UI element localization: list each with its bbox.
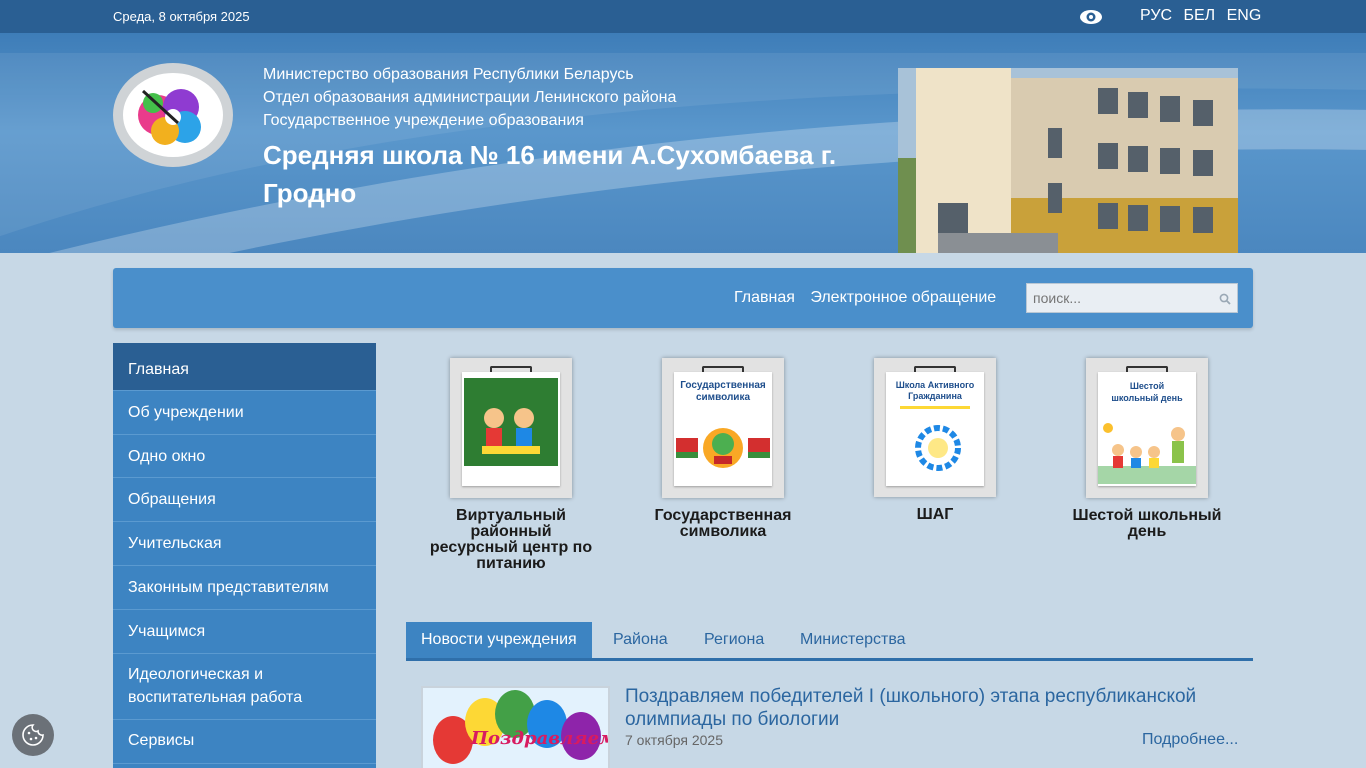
sidebar-item-parents[interactable]: Законным представителям [113, 566, 376, 610]
tile-caption: Виртуальный районный ресурсный центр по … [429, 507, 593, 572]
tab-district[interactable]: Района [613, 622, 668, 658]
current-date: Среда, 8 октября 2025 [113, 9, 250, 24]
clipboard-frame: Шестой школьный день [1086, 358, 1208, 498]
sidebar-item-about[interactable]: Об учреждении [113, 391, 376, 435]
clipboard-frame: Школа Активного Гражданина [874, 358, 996, 497]
news-tabs: Новости учреждения Района Региона Минист… [406, 622, 1253, 661]
tile-nutrition-center[interactable]: Виртуальный районный ресурсный центр по … [426, 358, 596, 572]
clipboard-frame: Государственная символика [662, 358, 784, 498]
sidebar-item-home[interactable]: Главная [113, 347, 376, 391]
paper-title: Государственная символика [680, 380, 766, 403]
language-switcher: РУС БЕЛ ENG [1140, 7, 1268, 25]
search-box [1026, 283, 1238, 313]
lang-rus[interactable]: РУС [1140, 7, 1172, 24]
magnifier-icon[interactable] [1219, 292, 1231, 305]
paper-title: Школа Активного Гражданина [895, 380, 975, 401]
header-titles: Министерство образования Республики Бела… [263, 63, 863, 212]
clipboard-frame [450, 358, 572, 498]
news-title-link[interactable]: Поздравляем победителей I (школьного) эт… [625, 685, 1235, 731]
tile-sixth-school-day[interactable]: Шестой школьный день Шестой школьный ден… [1062, 358, 1232, 540]
main-navbar: Главная Электронное обращение [113, 268, 1253, 328]
sidebar-item-services[interactable]: Сервисы [113, 720, 376, 764]
cookie-settings-button[interactable] [12, 714, 54, 756]
sidebar-item-teachers[interactable]: Учительская [113, 522, 376, 566]
ministry-line: Министерство образования Республики Бела… [263, 66, 634, 83]
sidebar-item-appeals[interactable]: Обращения [113, 478, 376, 522]
tab-region[interactable]: Региона [704, 622, 764, 658]
school-building-photo [898, 68, 1238, 253]
news-date: 7 октября 2025 [625, 732, 723, 748]
department-line: Отдел образования администрации Ленинско… [263, 89, 677, 106]
read-more-link[interactable]: Подробнее... [1142, 731, 1238, 749]
school-logo[interactable] [113, 63, 233, 167]
news-thumbnail-caption: Поздравляем! [471, 728, 610, 749]
sidebar-item-one-window[interactable]: Одно окно [113, 435, 376, 478]
tile-image [462, 372, 560, 486]
sidebar-item-ideological-work[interactable]: Идеологическая и воспитательная работа [113, 654, 376, 720]
lang-eng[interactable]: ENG [1227, 7, 1262, 24]
tile-shag[interactable]: Школа Активного Гражданина ШАГ [850, 358, 1020, 523]
tile-caption: Шестой школьный день [1072, 507, 1222, 540]
paper-title: Шестой школьный день [1111, 381, 1183, 403]
site-header: Министерство образования Республики Бела… [0, 33, 1366, 253]
tab-institution-news[interactable]: Новости учреждения [406, 622, 592, 658]
tab-ministry[interactable]: Министерства [800, 622, 906, 658]
institution-type-line: Государственное учреждение образования [263, 112, 584, 129]
eye-icon[interactable] [1079, 8, 1103, 26]
tile-image: Школа Активного Гражданина [886, 372, 984, 486]
tile-caption: ШАГ [916, 506, 954, 523]
lang-bel[interactable]: БЕЛ [1184, 7, 1216, 24]
search-input[interactable] [1027, 284, 1207, 312]
tile-caption: Государственная символика [654, 507, 792, 540]
news-thumbnail[interactable]: Поздравляем! [421, 686, 610, 768]
nav-links: Главная Электронное обращение [734, 289, 1007, 307]
tile-state-symbols[interactable]: Государственная символика Государственна… [638, 358, 808, 540]
top-bar: Среда, 8 октября 2025 РУС БЕЛ ENG [0, 0, 1366, 33]
sidebar-item-students[interactable]: Учащимся [113, 610, 376, 654]
tile-image: Шестой школьный день [1098, 372, 1196, 486]
tile-image: Государственная символика [674, 372, 772, 486]
cookie-icon [21, 723, 45, 752]
nav-link-home[interactable]: Главная [734, 289, 795, 306]
school-name: Средняя школа № 16 имени А.Сухомбаева г.… [263, 140, 837, 208]
sidebar-menu: Главная Об учреждении Одно окно Обращени… [113, 343, 376, 768]
nav-link-e-appeal[interactable]: Электронное обращение [810, 289, 996, 306]
